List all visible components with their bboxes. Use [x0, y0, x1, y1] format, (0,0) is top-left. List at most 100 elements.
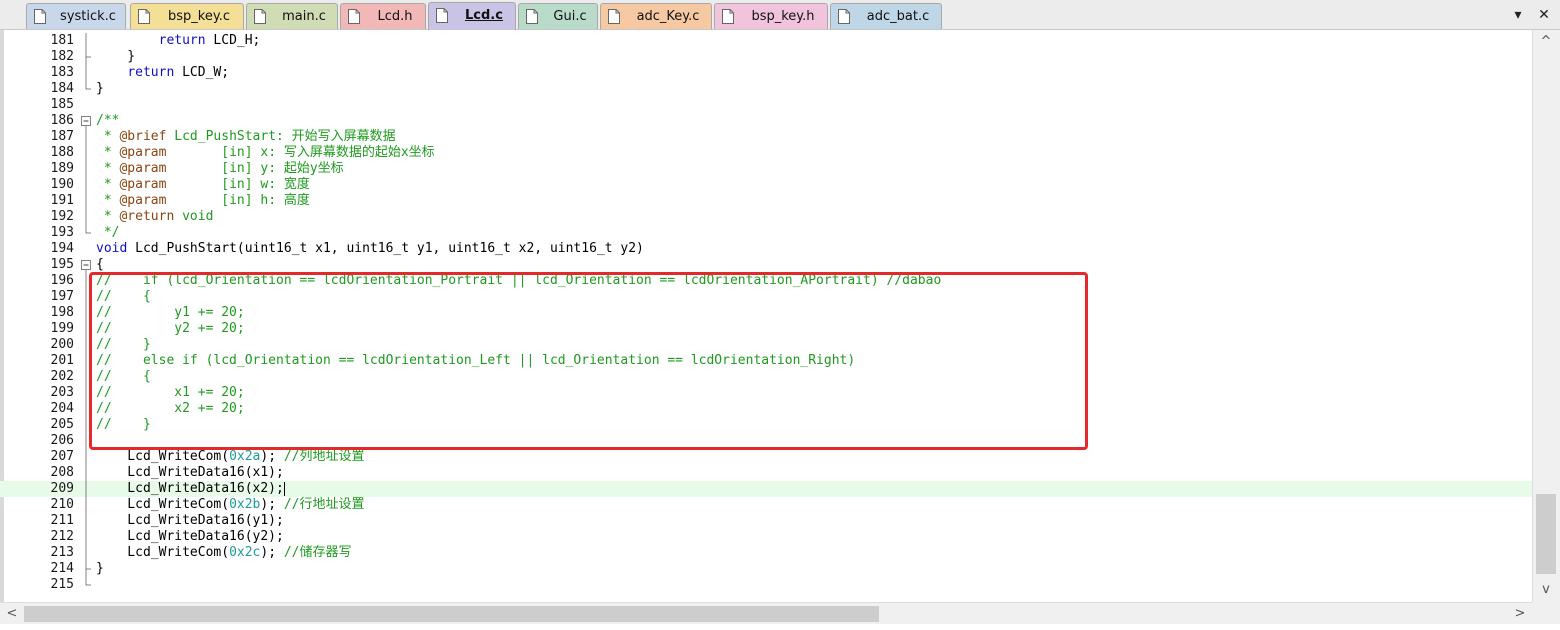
line-number: 191 — [50, 193, 74, 208]
code-text[interactable]: } — [96, 561, 104, 577]
code-token: } — [96, 81, 104, 96]
annotation-highlight-box — [89, 272, 1088, 450]
code-token: Lcd_PushStart: 开始写入屏幕数据 — [166, 129, 396, 144]
text-caret — [283, 482, 285, 496]
line-number: 189 — [50, 161, 74, 176]
code-line[interactable]: 212 Lcd_WriteData16(y2); — [0, 529, 1532, 545]
scroll-up-arrow-icon[interactable]: ^ — [1538, 34, 1554, 49]
code-text[interactable]: * @param [in] x: 写入屏幕数据的起始x坐标 — [96, 145, 435, 161]
line-number: 214 — [50, 561, 74, 576]
tab-file-7[interactable]: bsp_key.h — [714, 3, 828, 29]
tab-file-3[interactable]: Lcd.h — [340, 3, 426, 29]
code-line[interactable]: 184} — [0, 81, 1532, 97]
code-text[interactable]: * @param [in] w: 宽度 — [96, 177, 310, 193]
line-number: 196 — [50, 273, 74, 288]
tab-file-0[interactable]: systick.c — [26, 3, 126, 29]
code-text[interactable]: } — [96, 49, 135, 65]
code-text[interactable]: return LCD_H; — [96, 33, 261, 49]
code-text[interactable]: * @param [in] y: 起始y坐标 — [96, 161, 344, 177]
code-text[interactable]: Lcd_WriteData16(y2); — [96, 529, 284, 545]
code-token: } — [96, 561, 104, 576]
code-text[interactable]: Lcd_WriteCom(0x2a); //列地址设置 — [96, 449, 364, 465]
code-token: Lcd_WriteCom( — [96, 545, 230, 560]
code-text[interactable]: } — [96, 81, 104, 97]
code-text[interactable]: void Lcd_PushStart(uint16_t x1, uint16_t… — [96, 241, 644, 257]
code-text[interactable]: */ — [96, 225, 120, 241]
line-number: 195 — [50, 257, 74, 272]
code-text[interactable]: * @param [in] h: 高度 — [96, 193, 310, 209]
line-number: 213 — [50, 545, 74, 560]
horizontal-scroll-thumb[interactable] — [24, 606, 879, 622]
code-token: { — [96, 257, 104, 272]
line-number: 210 — [50, 497, 74, 512]
code-text[interactable]: Lcd_WriteCom(0x2c); //储存器写 — [96, 545, 352, 561]
tab-label: main.c — [282, 9, 326, 24]
tab-file-5[interactable]: Gui.c — [518, 3, 598, 29]
scroll-left-arrow-icon[interactable]: < — [4, 606, 20, 621]
tab-file-4[interactable]: Lcd.c — [428, 2, 516, 30]
line-number: 215 — [50, 577, 74, 592]
code-text[interactable]: * @brief Lcd_PushStart: 开始写入屏幕数据 — [96, 129, 396, 145]
line-number: 184 — [50, 81, 74, 96]
code-text[interactable]: { — [96, 257, 104, 273]
code-line[interactable]: 214} — [0, 561, 1532, 577]
tab-file-2[interactable]: main.c — [246, 3, 338, 29]
code-line[interactable]: 208 Lcd_WriteData16(x1); — [0, 465, 1532, 481]
code-line[interactable]: 193 */ — [0, 225, 1532, 241]
code-line[interactable]: 181 return LCD_H; — [0, 33, 1532, 49]
tab-file-6[interactable]: adc_Key.c — [600, 3, 712, 29]
code-line[interactable]: 191 * @param [in] h: 高度 — [0, 193, 1532, 209]
code-text[interactable]: Lcd_WriteCom(0x2b); //行地址设置 — [96, 497, 364, 513]
code-line[interactable]: 190 * @param [in] w: 宽度 — [0, 177, 1532, 193]
tab-label: Lcd.c — [465, 8, 503, 23]
code-line[interactable]: 183 return LCD_W; — [0, 65, 1532, 81]
code-line[interactable]: 210 Lcd_WriteCom(0x2b); //行地址设置 — [0, 497, 1532, 513]
tab-label: bsp_key.c — [168, 9, 230, 24]
tab-label: Lcd.h — [377, 9, 413, 24]
code-token: * — [96, 161, 120, 176]
code-line[interactable]: 192 * @return void — [0, 209, 1532, 225]
code-text[interactable]: Lcd_WriteData16(x1); — [96, 465, 284, 481]
tab-dropdown-button[interactable]: ▾ — [1510, 6, 1526, 24]
code-text[interactable]: Lcd_WriteData16(y1); — [96, 513, 284, 529]
code-line[interactable]: 195 { — [0, 257, 1532, 273]
scroll-down-arrow-icon[interactable]: v — [1538, 582, 1554, 597]
code-line[interactable]: 186 /** — [0, 113, 1532, 129]
tab-file-1[interactable]: bsp_key.c — [130, 3, 244, 29]
code-token: ); — [260, 449, 284, 464]
code-text[interactable]: * @return void — [96, 209, 214, 225]
code-line[interactable]: 211 Lcd_WriteData16(y1); — [0, 513, 1532, 529]
code-text[interactable]: /** — [96, 113, 119, 129]
scroll-right-arrow-icon[interactable]: > — [1512, 606, 1528, 621]
code-line[interactable]: 207 Lcd_WriteCom(0x2a); //列地址设置 — [0, 449, 1532, 465]
code-text[interactable]: Lcd_WriteData16(x2); — [96, 481, 284, 497]
code-line[interactable]: 185 — [0, 97, 1532, 113]
code-token: //储存器写 — [283, 545, 352, 560]
tab-label: adc_Key.c — [636, 9, 700, 24]
code-token: Lcd_WriteData16(x2); — [96, 481, 284, 496]
line-number: 197 — [50, 289, 74, 304]
code-line[interactable]: 194 void Lcd_PushStart(uint16_t x1, uint1… — [0, 241, 1532, 257]
tab-file-8[interactable]: adc_bat.c — [830, 3, 942, 29]
code-line[interactable]: 209 Lcd_WriteData16(x2); — [0, 481, 1532, 497]
close-file-button[interactable]: ✕ — [1536, 6, 1552, 24]
code-line[interactable]: 215 — [0, 577, 1532, 593]
vertical-scrollbar[interactable]: ^ v — [1532, 30, 1560, 602]
vertical-scroll-thumb[interactable] — [1536, 494, 1556, 574]
code-line[interactable]: 188 * @param [in] x: 写入屏幕数据的起始x坐标 — [0, 145, 1532, 161]
code-line[interactable]: 189 * @param [in] y: 起始y坐标 — [0, 161, 1532, 177]
code-text[interactable]: return LCD_W; — [96, 65, 229, 81]
code-line[interactable]: 187 * @brief Lcd_PushStart: 开始写入屏幕数据 — [0, 129, 1532, 145]
code-editor[interactable]: 181 return LCD_H; 182 } 183 return LCD_W; 1… — [0, 30, 1560, 630]
fold-guide — [85, 126, 91, 234]
line-number: 201 — [50, 353, 74, 368]
code-token: @param — [119, 193, 167, 208]
code-line[interactable]: 182 } — [0, 49, 1532, 65]
horizontal-scrollbar[interactable]: < > — [0, 602, 1532, 624]
line-number: 194 — [50, 241, 74, 256]
line-number: 181 — [50, 33, 74, 48]
code-line[interactable]: 213 Lcd_WriteCom(0x2c); //储存器写 — [0, 545, 1532, 561]
code-token: * — [96, 129, 120, 144]
line-number: 198 — [50, 305, 74, 320]
